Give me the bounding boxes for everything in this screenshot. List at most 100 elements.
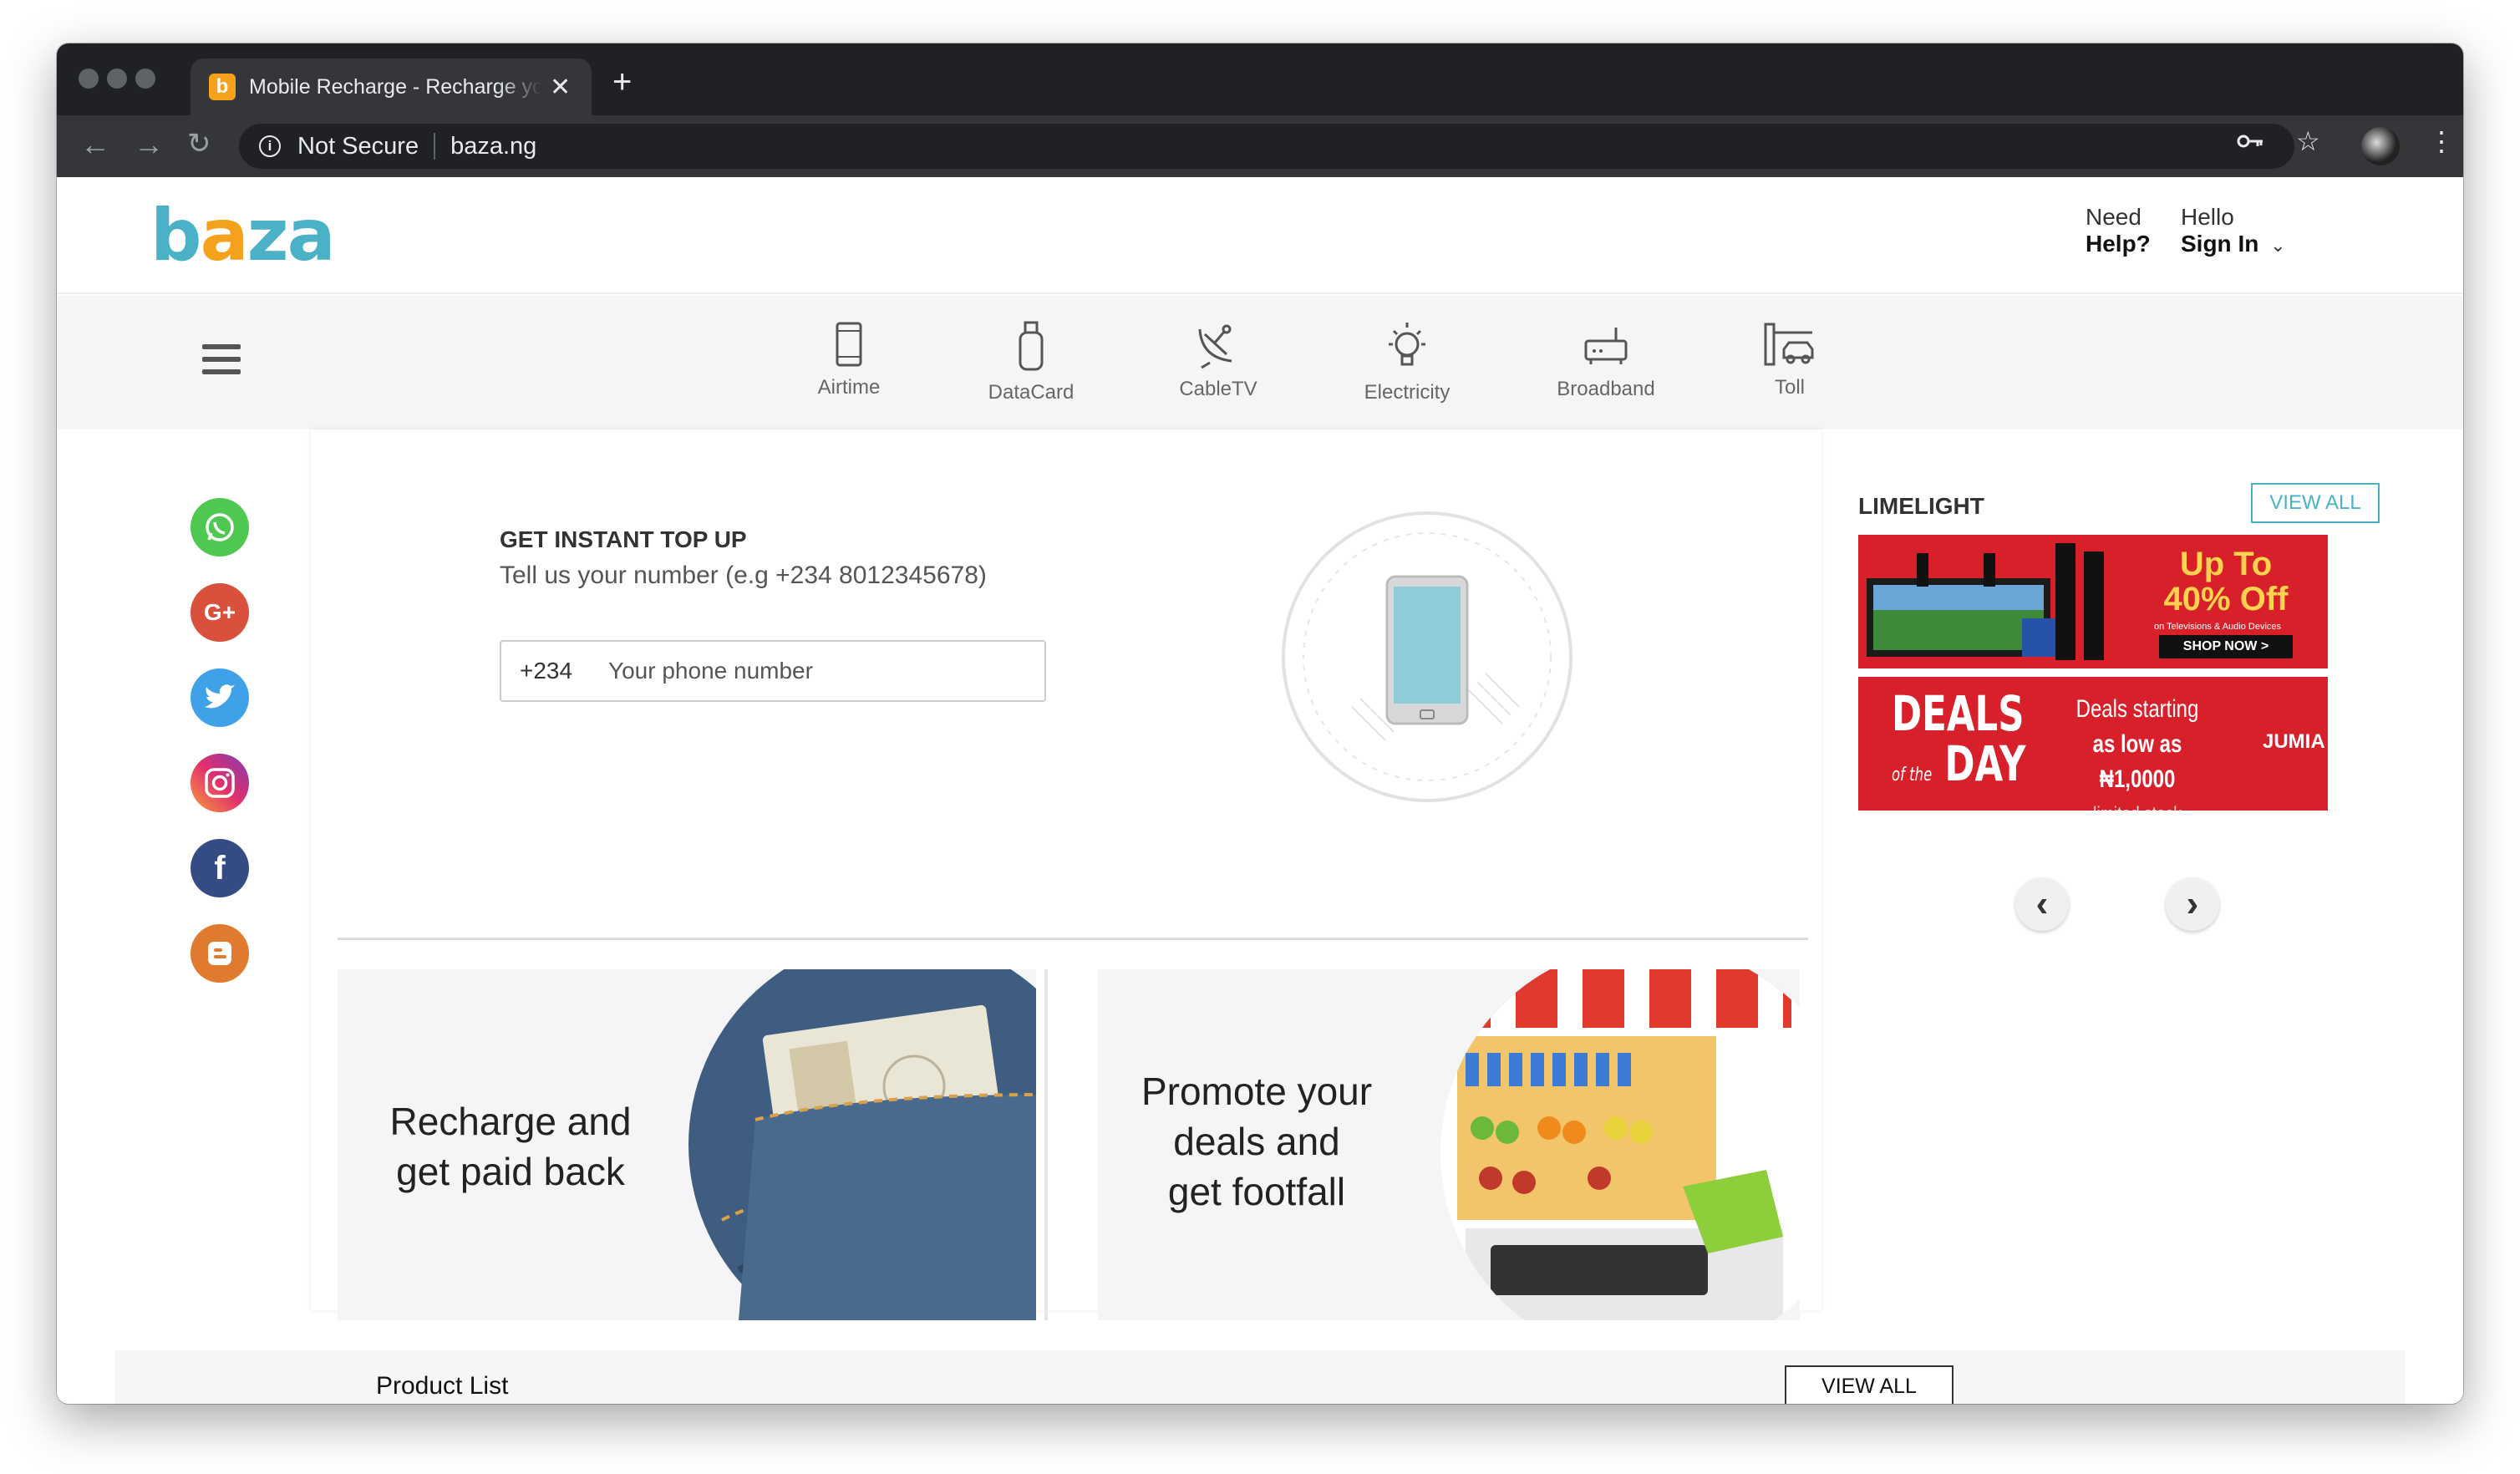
promo-deals-card[interactable]: Promote your deals and get footfall — [1098, 969, 1800, 1320]
of-the-word: of the — [1892, 765, 1933, 785]
browser-window: b Mobile Recharge - Recharge your ✕ + ← … — [57, 43, 2463, 1404]
url-text[interactable]: baza.ng — [450, 133, 536, 160]
market-stall-image — [1440, 969, 1800, 1320]
instagram-icon[interactable] — [191, 754, 249, 812]
hamburger-menu-icon[interactable] — [202, 344, 241, 382]
baza-favicon-icon: b — [209, 74, 236, 100]
promo-line: Promote your — [1141, 1070, 1373, 1113]
service-label: Toll — [1774, 376, 1805, 399]
security-label: Not Secure — [297, 132, 419, 160]
chevron-down-icon: ⌄ — [2270, 235, 2286, 256]
minimize-window-dot[interactable] — [107, 69, 127, 89]
site-header: baza Need Help? Hello Sign In ⌄ — [57, 177, 2463, 294]
baza-logo[interactable]: baza — [150, 194, 336, 277]
service-broadband[interactable]: Broadband — [1547, 321, 1664, 401]
profile-avatar[interactable] — [2361, 127, 2400, 165]
new-tab-icon[interactable]: + — [612, 64, 632, 101]
phone-number-input[interactable]: +234 — [500, 640, 1046, 702]
satellite-dish-icon — [1198, 324, 1232, 369]
help-line1: Need — [2086, 204, 2141, 230]
star-bookmark-icon[interactable]: ☆ — [2296, 125, 2320, 157]
help-link[interactable]: Need Help? — [2086, 204, 2151, 257]
promo-line: Recharge and — [389, 1100, 632, 1143]
banner-headline: 40% Off — [2163, 581, 2289, 618]
section-divider — [338, 938, 1808, 940]
deals-word: DEALS — [1892, 685, 2025, 742]
service-electricity[interactable]: Electricity — [1349, 321, 1466, 404]
signin-label: Sign In — [2181, 231, 2259, 257]
promo-line: deals and — [1173, 1120, 1340, 1163]
tv-speakers-image — [1867, 543, 2104, 660]
logo-letter-a: a — [200, 194, 249, 277]
key-icon[interactable] — [2236, 129, 2264, 160]
menu-dots-icon[interactable]: ⋮ — [2428, 125, 2455, 157]
shop-now-button[interactable]: SHOP NOW > — [2159, 635, 2293, 658]
forward-arrow-icon[interactable]: → — [134, 127, 164, 162]
logo-letter-b: b — [150, 194, 202, 277]
service-label: Airtime — [817, 376, 881, 399]
banner-headline: Up To — [2179, 546, 2273, 582]
address-bar[interactable]: i Not Secure baza.ng — [239, 124, 2294, 169]
phone-illustration — [1282, 511, 1572, 802]
service-bar: Airtime DataCard CableTV Electricity Bro… — [57, 296, 2463, 429]
banner-subtext: on Televisions & Audio Devices — [2153, 622, 2282, 632]
tab-close-icon[interactable]: ✕ — [550, 73, 571, 102]
jumia-logo: JUMIA — [2263, 730, 2325, 753]
whatsapp-icon[interactable] — [191, 498, 249, 557]
deals-line: limited stock — [2057, 797, 2218, 811]
service-toll[interactable]: Toll — [1731, 321, 1848, 399]
twitter-icon[interactable] — [191, 668, 249, 727]
promo-deals-text: Promote your deals and get footfall — [1131, 1066, 1382, 1217]
blogger-icon[interactable] — [191, 924, 249, 983]
router-icon — [1584, 328, 1628, 364]
promo-recharge-card[interactable]: Recharge and get paid back — [338, 969, 1036, 1320]
country-code: +234 — [520, 658, 573, 684]
tab-title: Mobile Recharge - Recharge your — [249, 74, 541, 99]
promo-line: get paid back — [396, 1150, 625, 1193]
social-column — [57, 429, 311, 1310]
browser-tab-bar: b Mobile Recharge - Recharge your ✕ + — [57, 43, 2463, 115]
topup-title: GET INSTANT TOP UP — [500, 526, 747, 552]
info-icon[interactable]: i — [259, 135, 281, 157]
limelight-title: LIMELIGHT — [1858, 493, 1984, 519]
lightbulb-icon — [1389, 323, 1425, 366]
carousel-next-icon[interactable]: › — [2166, 877, 2219, 931]
service-label: Broadband — [1557, 378, 1655, 400]
help-line2: Help? — [2086, 231, 2151, 257]
tv-sale-banner[interactable]: Up To 40% Off on Televisions & Audio Dev… — [1858, 535, 2328, 668]
carousel-prev-icon[interactable]: ‹ — [2015, 877, 2069, 931]
signin-greeting: Hello — [2181, 204, 2234, 230]
product-list-view-all-button[interactable]: VIEW ALL — [1785, 1365, 1954, 1404]
signin-dropdown[interactable]: Hello Sign In ⌄ — [2181, 204, 2286, 259]
topup-subtitle: Tell us your number (e.g +234 8012345678… — [500, 562, 987, 589]
product-list-title: Product List — [376, 1372, 509, 1400]
deals-of-the-day-banner[interactable]: DEALS of the DAY Deals starting as low a… — [1858, 677, 2328, 811]
reload-icon[interactable]: ↻ — [187, 127, 211, 160]
day-word: DAY — [1944, 735, 2026, 792]
service-cabletv[interactable]: CableTV — [1160, 321, 1277, 401]
promo-recharge-text: Recharge and get paid back — [364, 1096, 657, 1197]
service-datacard[interactable]: DataCard — [973, 321, 1090, 404]
phone-field[interactable] — [608, 658, 1026, 684]
browser-toolbar: ← → ↻ i Not Secure baza.ng ☆ ⋮ — [57, 115, 2463, 177]
jeans-pocket-money-image — [688, 969, 1036, 1320]
promo-line: get footfall — [1167, 1170, 1346, 1213]
deals-line: as low as ₦1,0000 — [2092, 730, 2182, 793]
usb-modem-icon — [1019, 321, 1044, 371]
web-page: baza Need Help? Hello Sign In ⌄ Airtime … — [57, 177, 2463, 1404]
service-label: Electricity — [1364, 381, 1451, 404]
service-label: CableTV — [1179, 378, 1257, 400]
browser-tab[interactable]: b Mobile Recharge - Recharge your ✕ — [191, 58, 592, 115]
service-label: DataCard — [988, 381, 1075, 404]
deals-line: Deals starting — [2075, 695, 2199, 723]
google-plus-icon[interactable]: G+ — [191, 583, 249, 642]
service-airtime[interactable]: Airtime — [790, 321, 907, 399]
maximize-window-dot[interactable] — [135, 69, 155, 89]
limelight-view-all-button[interactable]: VIEW ALL — [2251, 483, 2380, 523]
close-window-dot[interactable] — [79, 69, 99, 89]
phone-icon — [836, 322, 862, 367]
address-separator — [434, 133, 436, 160]
back-arrow-icon[interactable]: ← — [80, 127, 110, 162]
facebook-icon[interactable]: f — [191, 839, 249, 897]
logo-letters-za: za — [246, 194, 336, 277]
